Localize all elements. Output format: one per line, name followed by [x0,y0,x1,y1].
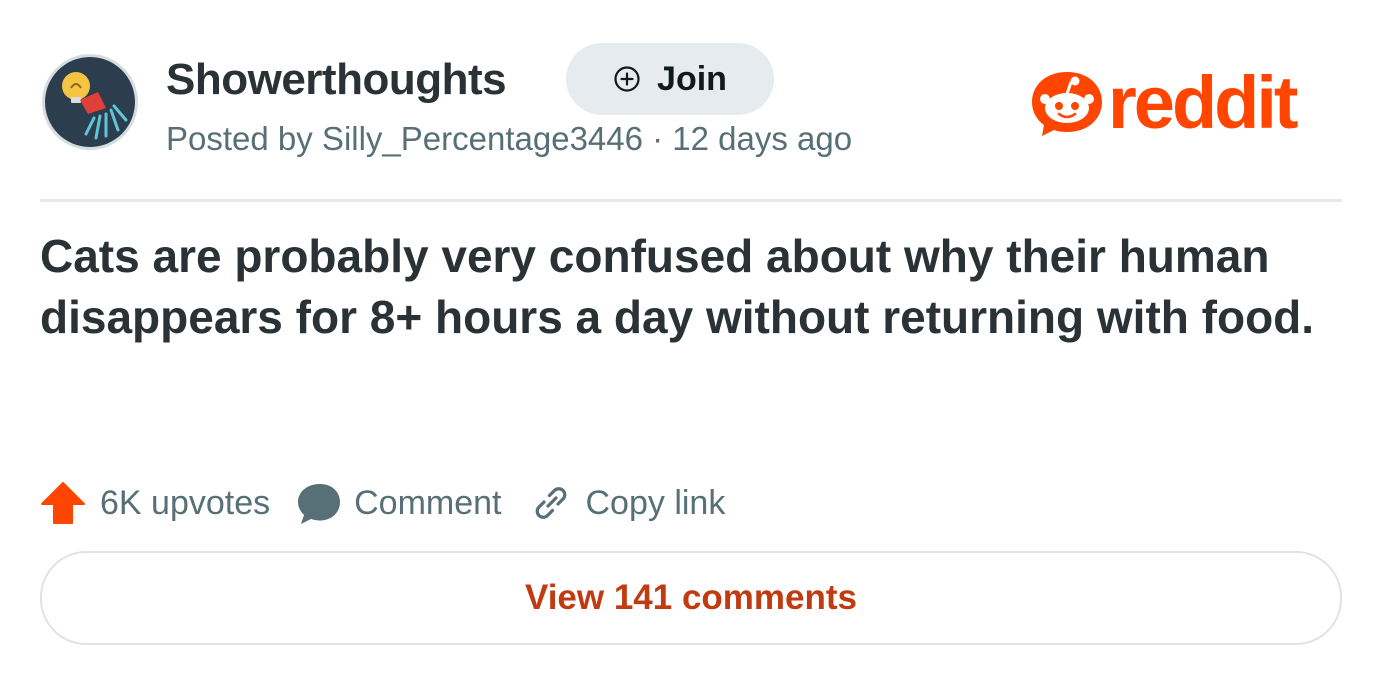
upvote-count: 6K upvotes [100,483,271,522]
join-button[interactable]: Join [566,43,774,115]
reddit-snoo-icon [1032,72,1102,136]
post-title[interactable]: Cats are probably very confused about wh… [40,226,1342,348]
join-label: Join [657,60,727,98]
view-comments-button[interactable]: View 141 comments [40,551,1342,645]
post-actions: 6K upvotes Comment Copy link [40,478,725,528]
comment-bubble-icon [298,484,341,524]
upvote-button[interactable]: 6K upvotes [40,480,270,526]
comment-button[interactable]: Comment [270,480,502,526]
subreddit-name[interactable]: Showerthoughts [166,54,507,106]
plus-circle-icon [614,66,640,92]
comment-label: Comment [354,483,502,522]
copy-link-button[interactable]: Copy link [502,482,726,524]
upvote-arrow-icon [41,482,85,524]
view-comments-label: View 141 comments [524,578,858,617]
post-meta: Posted by Silly_Percentage3446 · 12 days… [166,120,853,157]
reddit-wordmark: reddit [1108,61,1299,144]
lightbulb-shower-icon [42,54,138,150]
post-card: Showerthoughts Join Posted by Silly_Perc… [0,0,1374,696]
link-icon [535,487,566,519]
reddit-logo[interactable]: reddit [1028,66,1344,140]
subreddit-avatar[interactable] [40,52,140,152]
header-divider [40,199,1342,202]
copy-link-label: Copy link [585,483,726,522]
